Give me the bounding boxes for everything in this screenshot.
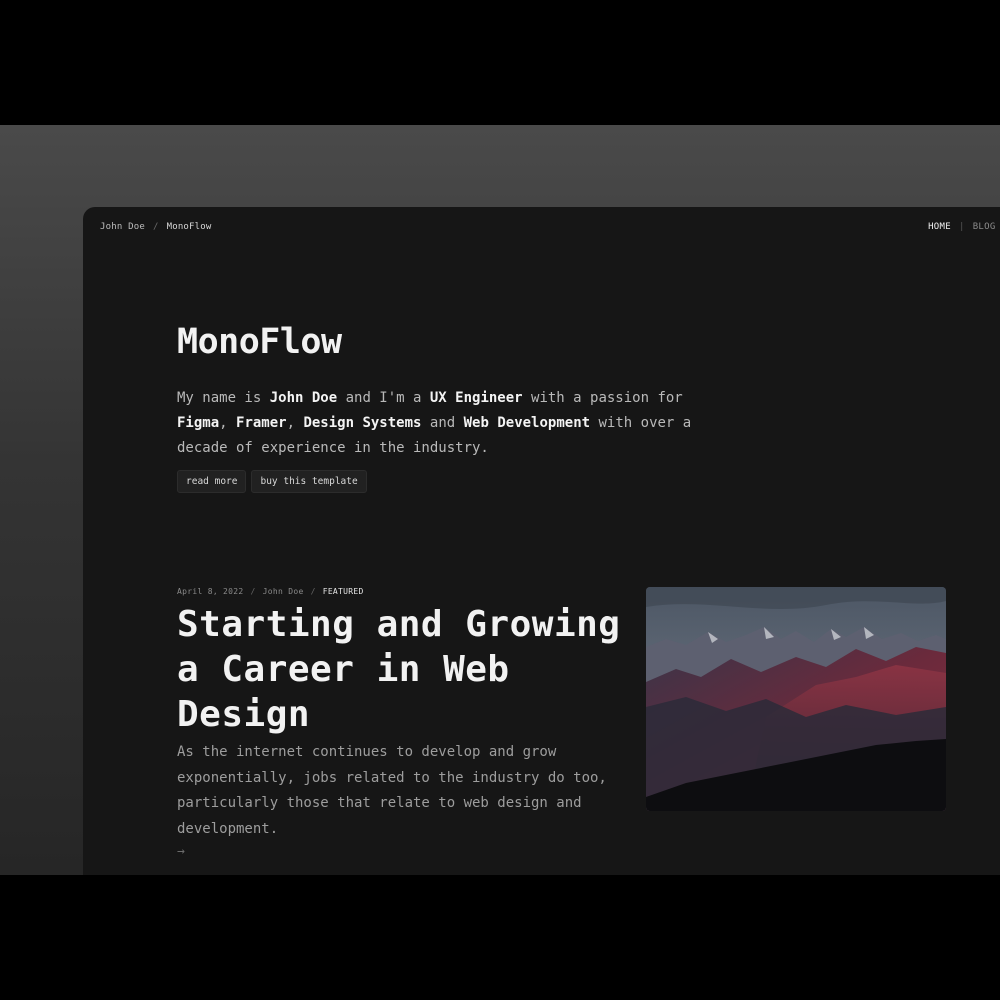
arrow-right-icon[interactable]: → [177, 844, 185, 859]
breadcrumb: John Doe / MonoFlow [100, 222, 212, 232]
post-date: April 8, 2022 [177, 587, 244, 596]
browser-window: John Doe/MonoFlow HOME|BLOG|A MonoFlow M… [83, 207, 1000, 875]
breadcrumb-author[interactable]: John Doe [100, 222, 145, 232]
top-nav: HOME|BLOG|A [928, 222, 1000, 232]
intro-highlight: John Doe [269, 390, 338, 406]
featured-tag[interactable]: FEATURED [323, 587, 364, 596]
intro-highlight: Design Systems [303, 415, 422, 431]
meta-separator: / [250, 587, 256, 596]
screen: John Doe/MonoFlow HOME|BLOG|A MonoFlow M… [0, 0, 1000, 1000]
hero-intro: My name is John Doe and I'm a UX Enginee… [177, 386, 717, 461]
intro-highlight: Web Development [463, 415, 591, 431]
intro-highlight: Figma [177, 415, 220, 431]
buy-template-button[interactable]: buy this template [251, 470, 367, 493]
post-title[interactable]: Starting and Growing a Career in Web Des… [177, 602, 647, 737]
post-meta: April 8, 2022 / John Doe / FEATURED [177, 587, 364, 596]
nav-item-blog[interactable]: BLOG [973, 222, 996, 232]
page-title: MonoFlow [177, 322, 342, 362]
breadcrumb-site[interactable]: MonoFlow [167, 222, 212, 232]
intro-highlight: UX Engineer [429, 390, 523, 406]
post-featured-image[interactable] [646, 587, 946, 811]
backdrop: John Doe/MonoFlow HOME|BLOG|A MonoFlow M… [0, 125, 1000, 875]
intro-text: My name is [177, 390, 270, 406]
read-more-button[interactable]: read more [177, 470, 247, 493]
nav-divider: | [958, 222, 965, 232]
intro-text: and [421, 415, 464, 431]
post-author[interactable]: John Doe [263, 587, 304, 596]
intro-text: , [286, 415, 304, 431]
intro-highlight: Framer [236, 415, 287, 431]
post-excerpt: As the internet continues to develop and… [177, 744, 607, 837]
intro-text: , [219, 415, 237, 431]
mountain-image [646, 587, 946, 811]
breadcrumb-separator: / [152, 222, 159, 232]
hero-buttons: read more buy this template [177, 470, 367, 493]
intro-text: and I'm a [337, 390, 430, 406]
intro-text: with a passion for [522, 390, 683, 406]
nav-item-home[interactable]: HOME [928, 222, 951, 232]
meta-separator: / [310, 587, 316, 596]
